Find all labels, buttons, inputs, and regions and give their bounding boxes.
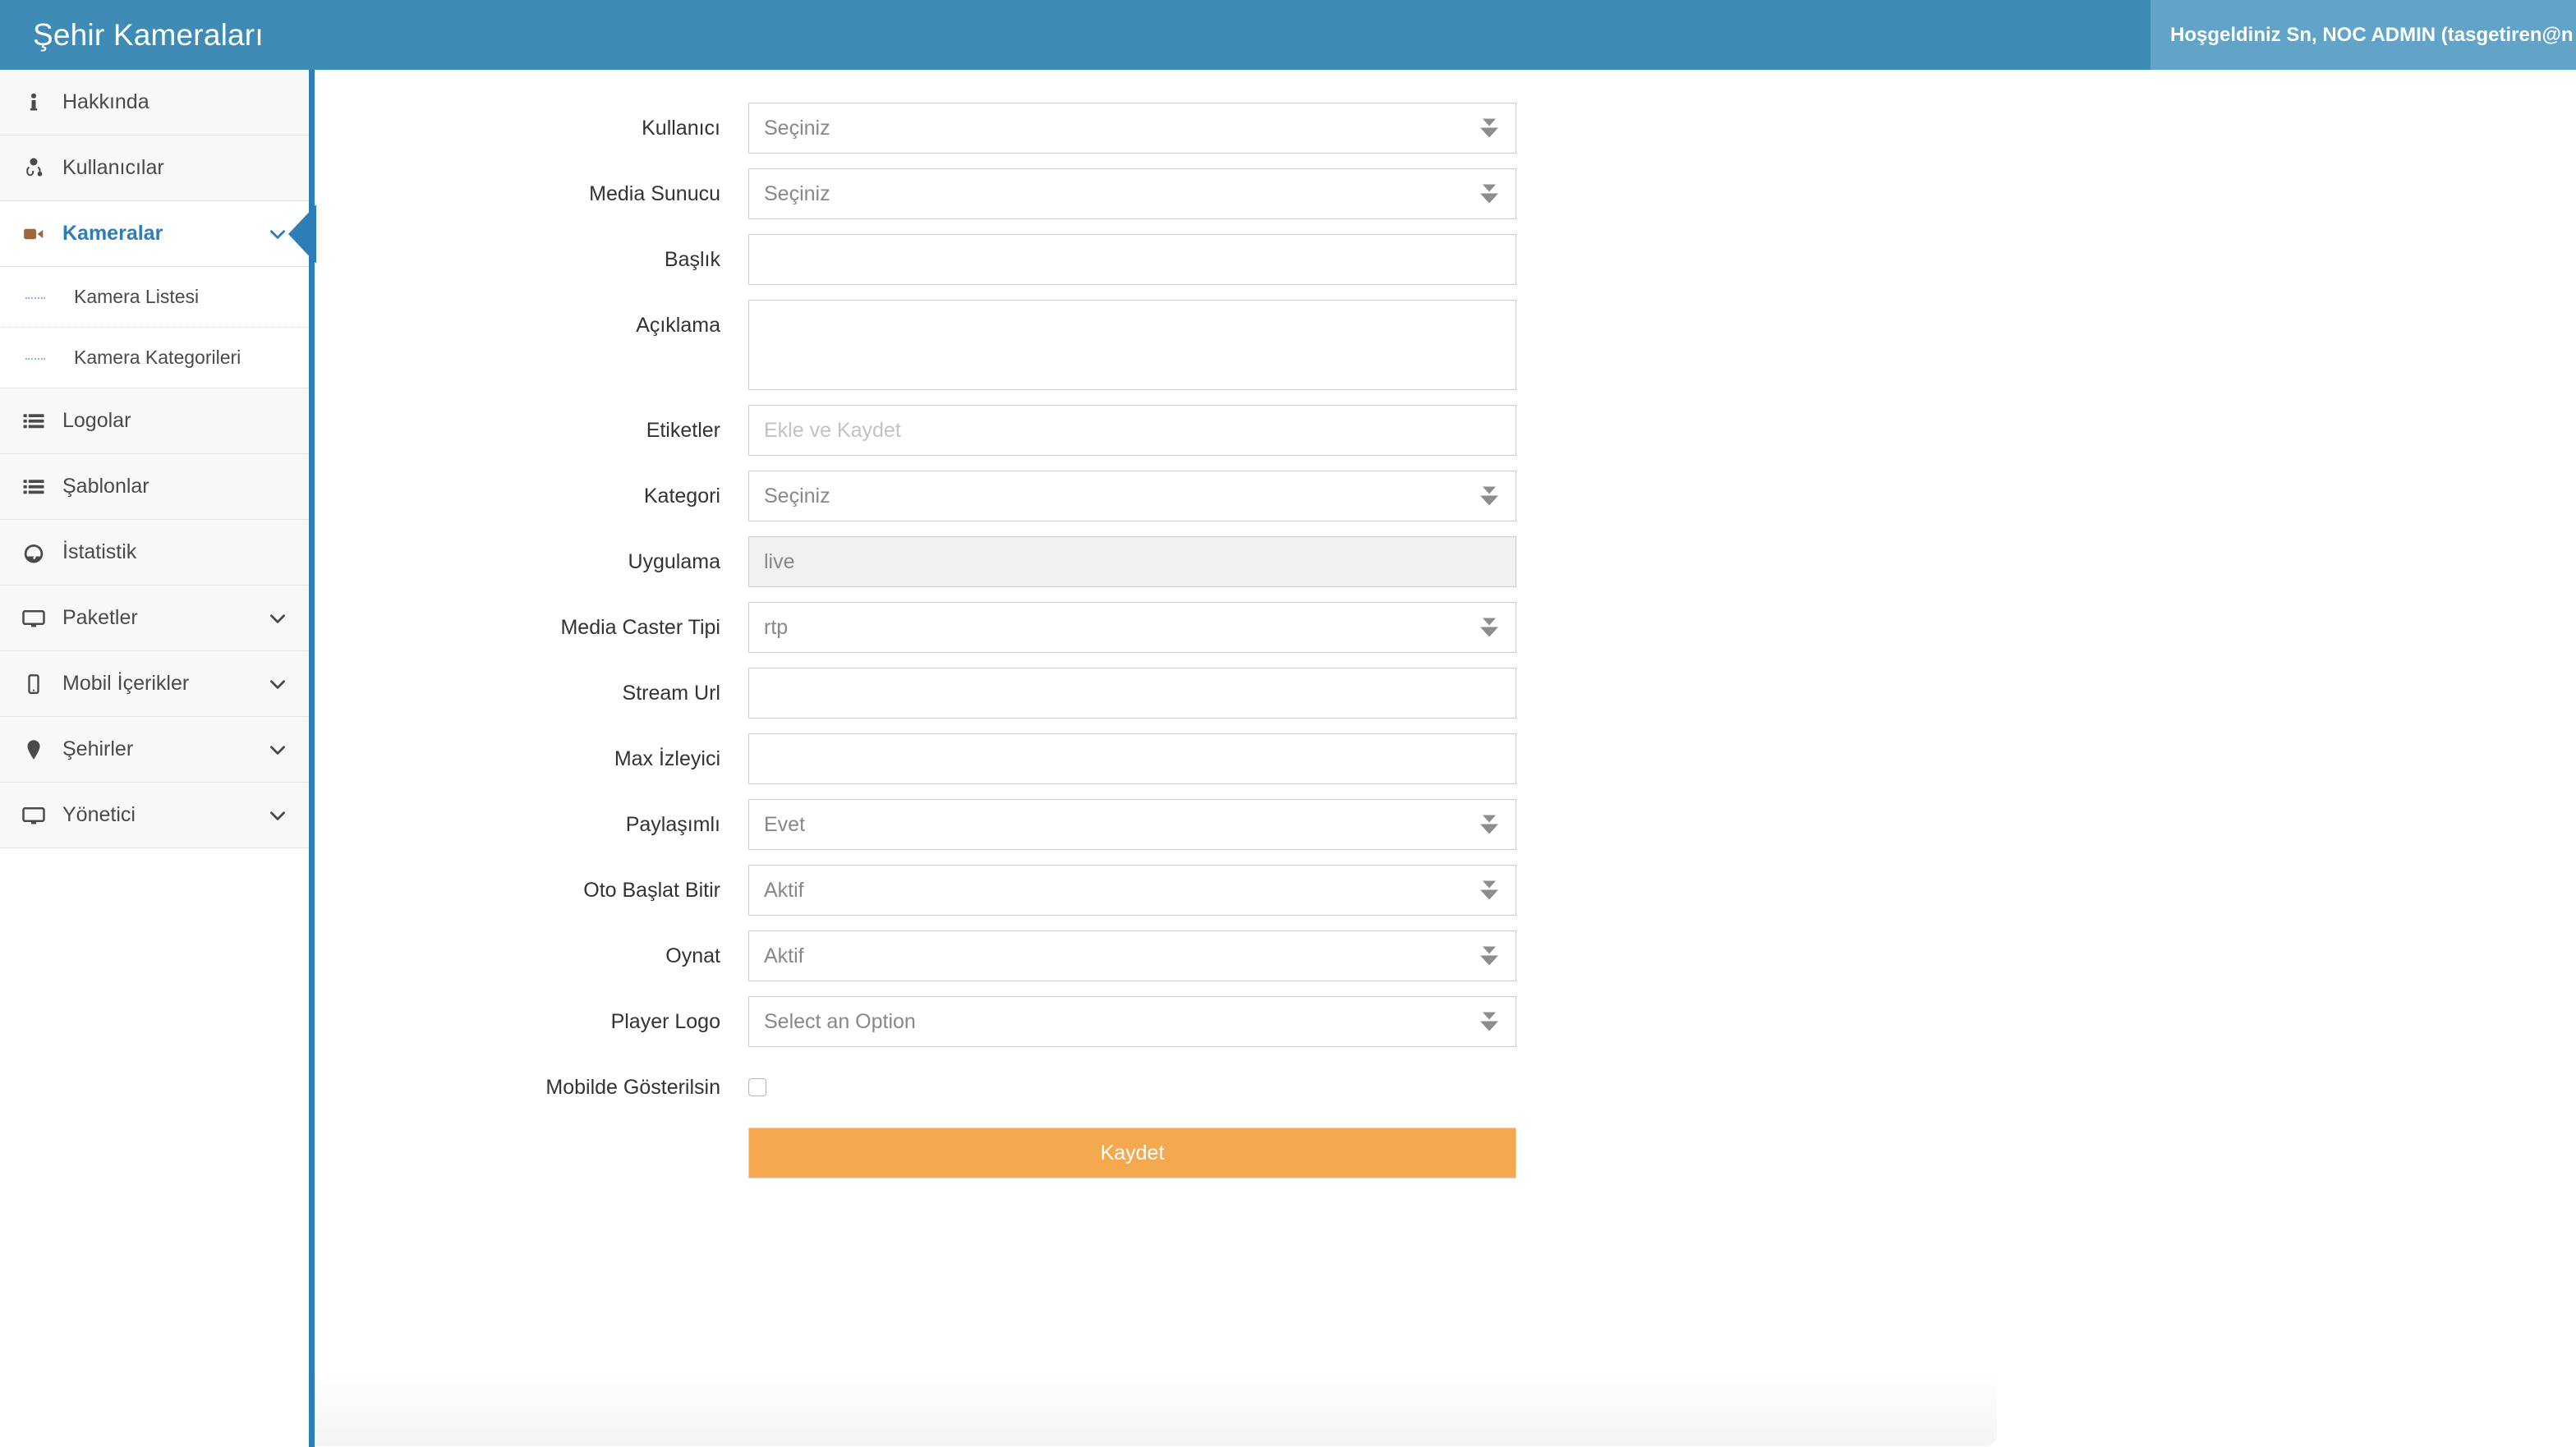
sidebar-item-logolar[interactable]: Logolar (0, 388, 311, 454)
oynat-select[interactable]: Aktif (748, 930, 1516, 981)
sidebar-submenu-kameralar: Kamera Listesi Kamera Kategorileri (0, 267, 311, 388)
sidebar-item-mobil-i̇çerikler[interactable]: Mobil İçerikler (0, 651, 311, 717)
media-sunucu-select[interactable]: Seçiniz (748, 168, 1516, 219)
sidebar-item-label: Yönetici (62, 803, 136, 826)
chevron-down-icon[interactable] (267, 608, 288, 629)
sidebar-subitem-kamera-kategorileri[interactable]: Kamera Kategorileri (0, 328, 311, 388)
sidebar-subitem-label: Kamera Kategorileri (74, 347, 242, 368)
chevron-down-icon[interactable] (267, 223, 288, 245)
dashboard-icon (21, 540, 59, 565)
chevron-down-icon[interactable] (267, 805, 288, 826)
user-md-icon (21, 156, 59, 181)
user-greeting-text: Hoşgeldiniz Sn, NOC ADMIN (tasgetiren@n (2170, 23, 2574, 46)
oto-başlat-bitir-label: Oto Başlat Bitir (583, 879, 720, 902)
list-icon (21, 475, 59, 499)
desktop-icon (21, 803, 59, 828)
sidebar-item-label: İstatistik (62, 540, 137, 563)
stream-url-label: Stream Url (622, 682, 720, 705)
info-icon (21, 90, 59, 115)
başlık-label: Başlık (664, 248, 720, 271)
sidebar-item-i̇statistik[interactable]: İstatistik (0, 520, 311, 586)
sidebar-item-kullanıcılar[interactable]: Kullanıcılar (0, 136, 311, 201)
form-row-kategori: Kategori Seçiniz (313, 471, 2576, 521)
form-row-player-logo: Player Logo Select an Option (313, 996, 2576, 1047)
form-row-kullanıcı: Kullanıcı Seçiniz (313, 103, 2576, 154)
mobile-icon (21, 672, 59, 696)
form-row-açıklama: Açıklama (313, 300, 2576, 390)
media-caster-tipi-label: Media Caster Tipi (560, 616, 720, 639)
sidebar-item-label: Kameralar (62, 222, 163, 245)
oynat-label: Oynat (665, 944, 720, 967)
sidebar-item-yönetici[interactable]: Yönetici (0, 783, 311, 848)
max-izleyici-input[interactable] (748, 733, 1516, 784)
sidebar-item-şehirler[interactable]: Şehirler (0, 717, 311, 783)
kategori-label: Kategori (643, 485, 720, 508)
sidebar-subitem-label: Kamera Listesi (74, 286, 200, 307)
main-content: Kullanıcı Seçiniz Media Sunucu Seçiniz Başlı… (313, 70, 2576, 1447)
kullanıcı-label: Kullanıcı (642, 117, 720, 140)
uygulama-label: Uygulama (628, 550, 720, 573)
form-row-max-izleyici: Max İzleyici (313, 733, 2576, 784)
chevron-down-icon[interactable] (267, 673, 288, 695)
form-row-media-caster-tipi: Media Caster Tipi rtp (313, 602, 2576, 653)
sidebar-item-label: Mobil İçerikler (62, 672, 190, 695)
açıklama-textarea[interactable] (748, 300, 1516, 390)
form-row-media-sunucu: Media Sunucu Seçiniz (313, 168, 2576, 219)
form-row-oynat: Oynat Aktif (313, 930, 2576, 981)
sidebar-nav: Hakkında Kullanıcılar Kameralar Kamera List… (0, 70, 316, 1447)
sidebar-accent-rail (309, 70, 315, 1447)
map-pin-icon (21, 737, 59, 762)
chevron-down-icon[interactable] (267, 739, 288, 760)
user-greeting-panel[interactable]: Hoşgeldiniz Sn, NOC ADMIN (tasgetiren@n (2150, 0, 2576, 70)
paylaşımlı-label: Paylaşımlı (625, 813, 720, 836)
sidebar-item-label: Kullanıcılar (62, 156, 164, 179)
kategori-select[interactable]: Seçiniz (748, 471, 1516, 521)
media-sunucu-label: Media Sunucu (589, 182, 720, 205)
desktop-icon (21, 606, 59, 631)
video-camera-icon (21, 222, 59, 246)
açıklama-label: Açıklama (636, 314, 720, 337)
camera-form: Kullanıcı Seçiniz Media Sunucu Seçiniz Başlı… (313, 70, 2576, 1193)
form-row-submit: Kaydet (313, 1128, 2576, 1178)
app-title: Şehir Kameraları (33, 17, 264, 52)
sidebar-item-hakkında[interactable]: Hakkında (0, 70, 311, 136)
etiketler-label: Etiketler (646, 419, 720, 442)
uygulama-readonly-field: live (748, 536, 1516, 587)
form-row-başlık: Başlık (313, 234, 2576, 285)
mobilde-gösterilsin-checkbox[interactable] (748, 1078, 766, 1096)
player-logo-select[interactable]: Select an Option (748, 996, 1516, 1047)
list-icon (21, 409, 59, 434)
form-row-uygulama: Uygulama live (313, 536, 2576, 587)
sidebar-item-paketler[interactable]: Paketler (0, 586, 311, 651)
sidebar-item-kameralar[interactable]: Kameralar (0, 201, 316, 267)
card-bottom-edge (313, 1372, 1997, 1446)
sidebar-item-label: Şehirler (62, 737, 134, 760)
form-row-paylaşımlı: Paylaşımlı Evet (313, 799, 2576, 850)
oto-başlat-bitir-select[interactable]: Aktif (748, 865, 1516, 916)
form-row-oto-başlat-bitir: Oto Başlat Bitir Aktif (313, 865, 2576, 916)
form-row-stream-url: Stream Url (313, 668, 2576, 719)
kullanıcı-select[interactable]: Seçiniz (748, 103, 1516, 154)
mobilde-gösterilsin-label: Mobilde Gösterilsin (545, 1076, 720, 1099)
sidebar-item-label: Hakkında (62, 90, 150, 113)
stream-url-input[interactable] (748, 668, 1516, 719)
sidebar-item-şablonlar[interactable]: Şablonlar (0, 454, 311, 520)
max-izleyici-label: Max İzleyici (614, 747, 720, 770)
sidebar-item-label: Şablonlar (62, 475, 150, 498)
başlık-input[interactable] (748, 234, 1516, 285)
sidebar-item-label: Paketler (62, 606, 138, 629)
player-logo-label: Player Logo (610, 1010, 720, 1033)
form-row-etiketler: Etiketler Ekle ve Kaydet (313, 405, 2576, 456)
form-row-mobilde-gösterilsin: Mobilde Gösterilsin (313, 1062, 2576, 1113)
app-header: Şehir Kameraları Hoşgeldiniz Sn, NOC ADM… (0, 0, 2576, 70)
paylaşımlı-select[interactable]: Evet (748, 799, 1516, 850)
save-button[interactable]: Kaydet (748, 1128, 1516, 1178)
media-caster-tipi-select[interactable]: rtp (748, 602, 1516, 653)
sidebar-subitem-kamera-listesi[interactable]: Kamera Listesi (0, 267, 311, 328)
sidebar-item-label: Logolar (62, 409, 131, 432)
active-item-pointer (288, 204, 316, 264)
etiketler-input[interactable]: Ekle ve Kaydet (748, 405, 1516, 456)
